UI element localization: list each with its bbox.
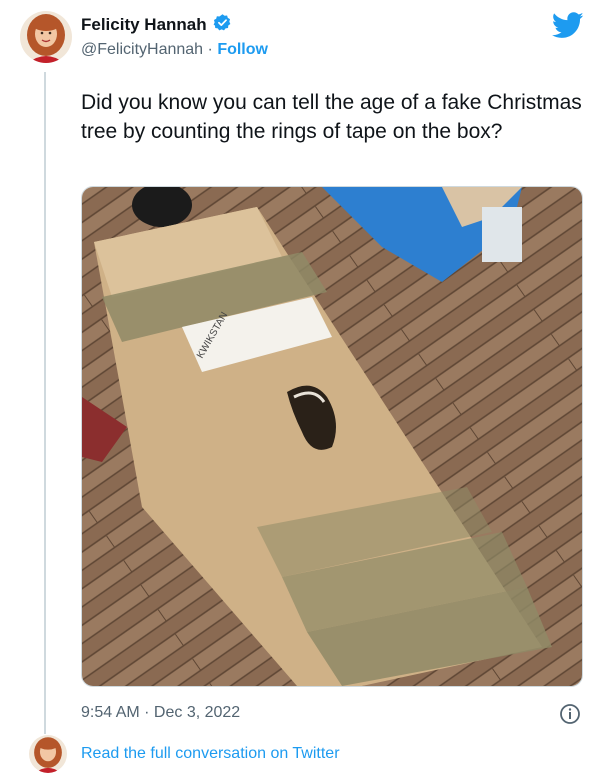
avatar[interactable]	[20, 11, 72, 63]
handle-separator: ·	[207, 41, 213, 58]
verified-badge-icon	[213, 13, 232, 37]
info-icon[interactable]	[559, 703, 581, 730]
author-name[interactable]: Felicity Hannah	[81, 15, 207, 35]
twitter-bird-icon[interactable]	[551, 12, 584, 44]
tweet-timestamp[interactable]: 9:54 AM · Dec 3, 2022	[81, 704, 240, 722]
reply-avatar	[29, 735, 67, 773]
author-handle[interactable]: @FelicityHannah	[81, 41, 203, 58]
read-conversation-link[interactable]: Read the full conversation on Twitter	[81, 745, 340, 763]
author-name-row[interactable]: Felicity Hannah	[81, 13, 232, 37]
tweet-text: Did you know you can tell the age of a f…	[81, 91, 582, 143]
thread-line	[44, 72, 46, 734]
follow-button[interactable]: Follow	[217, 41, 268, 58]
author-handle-row: @FelicityHannah · Follow	[81, 41, 268, 59]
tweet-photo[interactable]: KWIKSTAN	[81, 186, 583, 687]
